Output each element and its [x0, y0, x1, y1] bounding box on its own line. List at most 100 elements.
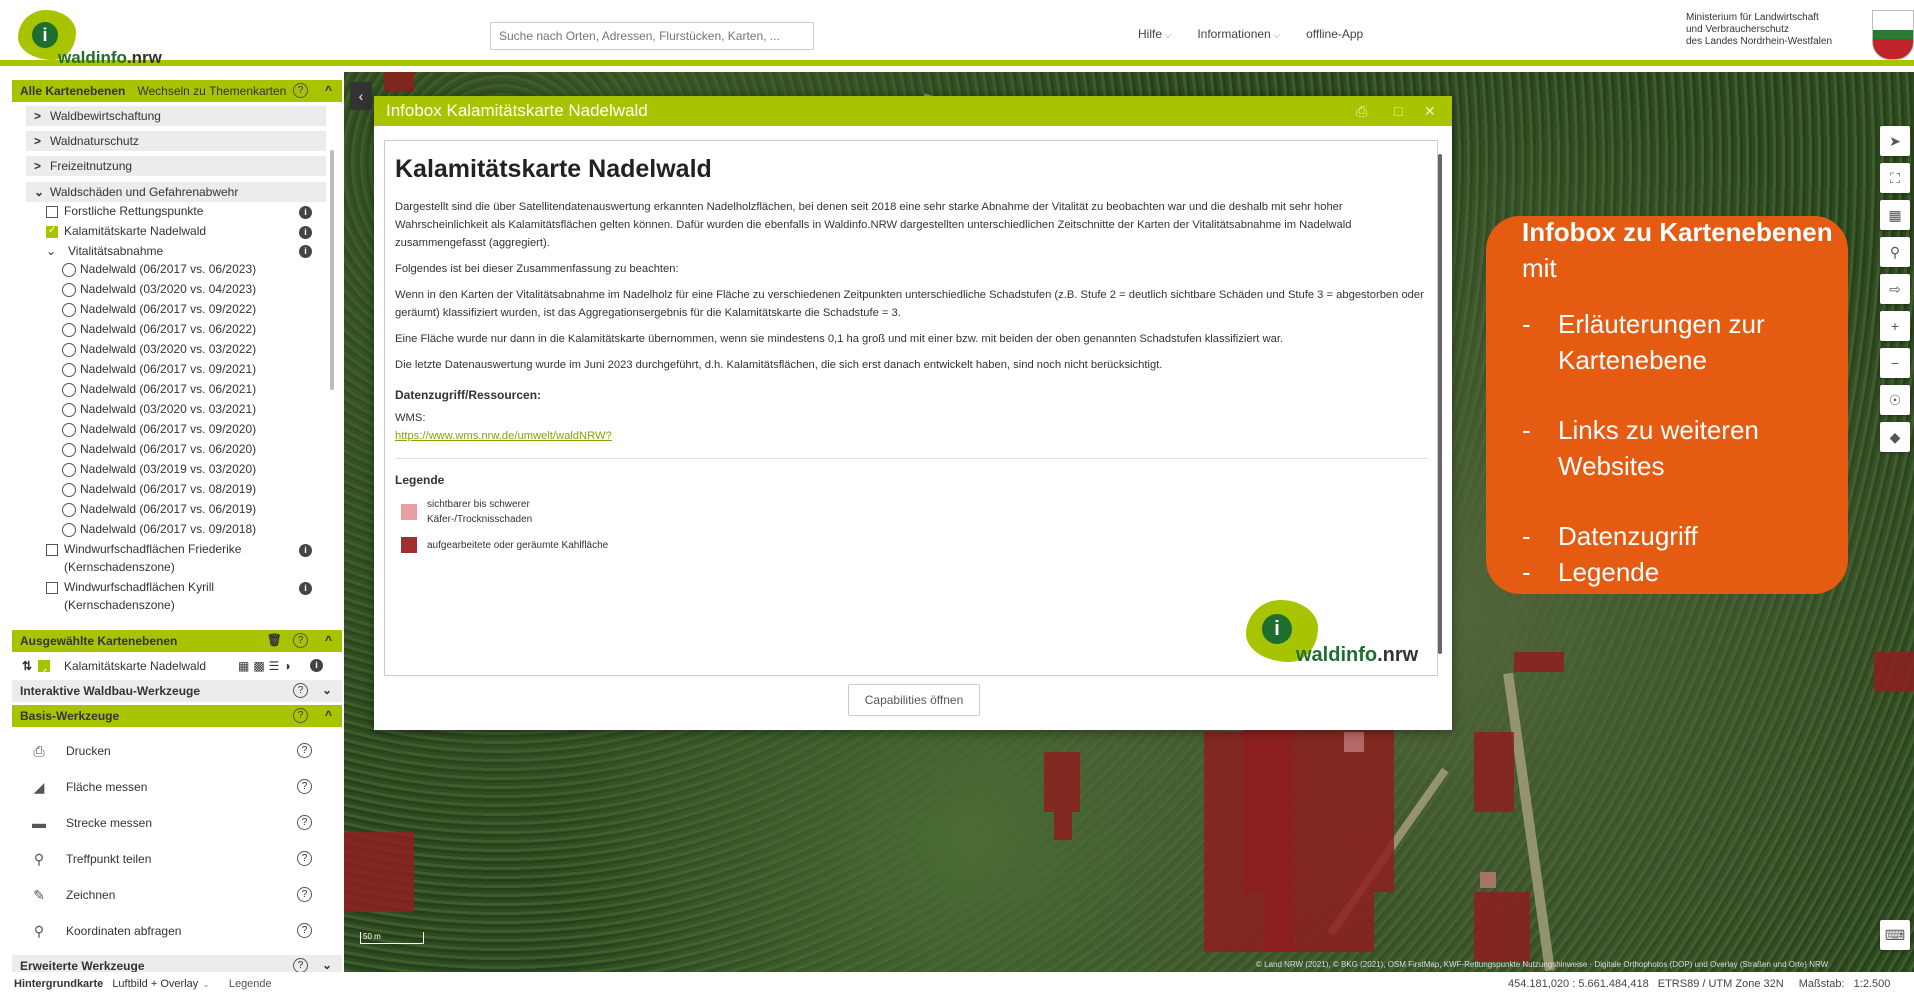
scale-dropdown[interactable]: 1:2.500 — [1854, 978, 1891, 990]
locate-icon[interactable]: ◆ — [1880, 422, 1910, 452]
info-icon[interactable]: i — [299, 226, 312, 239]
help-icon[interactable]: ? — [293, 958, 308, 973]
vitality-group-label[interactable]: Vitalitätsabnahme — [68, 244, 163, 259]
help-icon[interactable]: ? — [297, 815, 312, 830]
coordinates-display: 454.181,020 : 5.661.484,418 ETRS89 / UTM… — [1508, 972, 1890, 996]
callout-item: Erläuterungen zur Kartenebene — [1522, 306, 1848, 378]
group-label: Freizeitnutzung — [50, 159, 133, 173]
layer-checkbox[interactable] — [38, 659, 50, 687]
chevron-down-icon[interactable]: ⌄ — [322, 958, 332, 972]
switch-theme-maps-link[interactable]: Wechseln zu Themenkarten — [137, 84, 286, 98]
close-icon[interactable]: ✕ — [1424, 96, 1436, 126]
chevron-up-icon[interactable]: ^ — [325, 83, 332, 97]
wms-link[interactable]: https://www.wms.nrw.de/umwelt/waldNRW? — [395, 430, 612, 442]
vitality-radio[interactable] — [62, 403, 76, 417]
chevron-up-icon[interactable]: ^ — [325, 708, 332, 722]
collapse-sidebar-button[interactable]: ‹ — [350, 82, 372, 110]
vitality-label: Nadelwald (06/2017 vs. 06/2021) — [80, 382, 257, 396]
zoom-out-icon[interactable]: − — [1880, 348, 1910, 378]
scroll-thumb[interactable] — [1438, 154, 1442, 654]
tool-draw[interactable]: ✎ Zeichnen? — [12, 877, 342, 913]
chevron-down-icon[interactable]: ⌄ — [46, 244, 56, 259]
basis-tools-header[interactable]: Basis-Werkzeuge ? ^ — [12, 705, 342, 727]
maximize-icon[interactable]: □ — [1394, 96, 1402, 126]
zoom-in-icon[interactable]: + — [1880, 311, 1910, 341]
reorder-icon[interactable]: ⇅ — [22, 652, 32, 680]
info-icon[interactable]: i — [299, 206, 312, 219]
map-attribution[interactable]: © Land NRW (2021), © BKG (2021), OSM Fir… — [1256, 960, 1914, 969]
layer-actions-icon[interactable]: ▦▩☰◑ — [238, 652, 295, 680]
scrollbar[interactable] — [330, 150, 334, 390]
chevron-down-icon[interactable]: ⌄ — [322, 683, 332, 697]
layer-checkbox[interactable] — [46, 544, 58, 556]
vitality-radio[interactable] — [62, 383, 76, 397]
help-icon[interactable]: ? — [297, 851, 312, 866]
help-icon[interactable]: ? — [297, 779, 312, 794]
nav-help[interactable]: Hilfe — [1138, 27, 1171, 41]
layer-checkbox[interactable] — [46, 582, 58, 594]
trash-icon[interactable]: 🗑 — [267, 633, 282, 647]
vitality-label: Nadelwald (06/2017 vs. 06/2023) — [80, 262, 257, 276]
waldinfo-logo[interactable]: i waldinfo.nrw — [18, 10, 168, 67]
compass-icon[interactable]: ☉ — [1880, 385, 1910, 415]
vitality-radio[interactable] — [62, 523, 76, 537]
info-icon[interactable]: i — [299, 245, 312, 258]
layer-group[interactable]: > Waldnaturschutz — [26, 131, 326, 151]
interactive-tools-header[interactable]: Interaktive Waldbau-Werkzeuge ? ⌄ — [12, 680, 342, 702]
printer-icon[interactable]: ⎙ — [1356, 96, 1367, 126]
layer-checkbox[interactable] — [46, 206, 58, 218]
tool-coordinates[interactable]: ⚲ Koordinaten abfragen? — [12, 913, 342, 949]
tool-distance-measure[interactable]: ▬ Strecke messen? — [12, 805, 342, 841]
vitality-radio[interactable] — [62, 343, 76, 357]
help-icon[interactable]: ? — [297, 923, 312, 938]
vitality-radio[interactable] — [62, 423, 76, 437]
vitality-radio[interactable] — [62, 283, 76, 297]
infobox-scrollbar[interactable] — [1436, 140, 1444, 676]
layer-group[interactable]: > Waldbewirtschaftung — [26, 106, 326, 126]
tool-share-meeting[interactable]: ⚲ Treffpunkt teilen? — [12, 841, 342, 877]
crs-value[interactable]: ETRS89 / UTM Zone 32N — [1658, 978, 1784, 990]
nav-offline-app[interactable]: offline-App — [1306, 27, 1363, 41]
vitality-radio[interactable] — [62, 303, 76, 317]
vitality-radio[interactable] — [62, 363, 76, 377]
location-pin-icon[interactable]: ⚲ — [1880, 237, 1910, 267]
nav-information[interactable]: Informationen — [1197, 27, 1280, 41]
capabilities-button[interactable]: Capabilities öffnen — [848, 684, 980, 716]
help-icon[interactable]: ? — [297, 887, 312, 902]
routing-icon[interactable]: ⇨ — [1880, 274, 1910, 304]
vitality-radio[interactable] — [62, 263, 76, 277]
selected-layers-header[interactable]: Ausgewählte Kartenebenen 🗑 ? ^ — [12, 630, 342, 652]
search-input[interactable] — [490, 22, 814, 50]
tool-print[interactable]: ⎙ Drucken? — [12, 733, 342, 769]
logo-text: waldinfo.nrw — [1296, 644, 1419, 666]
legend-link[interactable]: Legende — [229, 978, 272, 990]
help-icon[interactable]: ? — [297, 743, 312, 758]
fullscreen-icon[interactable]: ⛶ — [1880, 163, 1910, 193]
keyboard-icon[interactable]: ⌨ — [1880, 920, 1910, 950]
calendar-icon[interactable]: ▦ — [1880, 200, 1910, 230]
north-arrow-icon[interactable]: ➤ — [1880, 126, 1910, 156]
help-icon[interactable]: ? — [293, 708, 308, 723]
nrw-crest-icon — [1872, 10, 1914, 60]
layer-group[interactable]: ⌄ Waldschäden und Gefahrenabwehr — [26, 182, 326, 202]
basemap-dropdown[interactable]: Luftbild + Overlay — [112, 978, 198, 990]
vitality-radio[interactable] — [62, 463, 76, 477]
all-layers-header[interactable]: Alle Kartenebenen Wechseln zu Themenkart… — [12, 80, 342, 102]
selected-layer-row: ⇅ Kalamitätskarte Nadelwald ▦▩☰◑ i — [12, 652, 342, 687]
vitality-radio[interactable] — [62, 323, 76, 337]
interactive-tools-title: Interaktive Waldbau-Werkzeuge — [20, 684, 201, 698]
help-icon[interactable]: ? — [293, 683, 308, 698]
layer-checkbox[interactable] — [46, 225, 58, 238]
chevron-up-icon[interactable]: ^ — [325, 633, 332, 647]
info-icon[interactable]: i — [310, 659, 323, 672]
info-icon[interactable]: i — [299, 544, 312, 557]
help-icon[interactable]: ? — [293, 633, 308, 648]
chevron-down-icon[interactable]: ⌄ — [202, 979, 210, 989]
info-icon[interactable]: i — [299, 582, 312, 595]
vitality-radio[interactable] — [62, 443, 76, 457]
help-icon[interactable]: ? — [293, 83, 308, 98]
layer-group[interactable]: > Freizeitnutzung — [26, 156, 326, 176]
vitality-radio[interactable] — [62, 503, 76, 517]
vitality-radio[interactable] — [62, 483, 76, 497]
tool-area-measure[interactable]: ◢ Fläche messen? — [12, 769, 342, 805]
